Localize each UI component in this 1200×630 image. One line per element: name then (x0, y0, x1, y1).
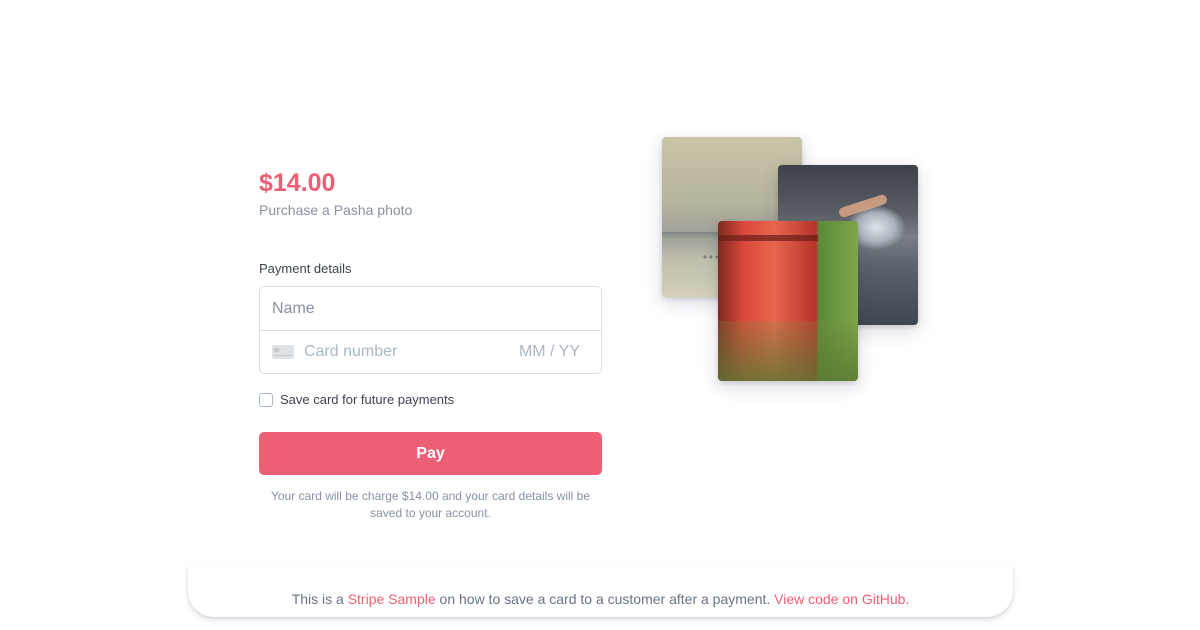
card-number-placeholder: Card number (304, 343, 398, 360)
stripe-sample-link[interactable]: Stripe Sample (348, 591, 436, 607)
product-description: Purchase a Pasha photo (259, 202, 413, 218)
name-field[interactable]: Name (260, 287, 601, 330)
price: $14.00 (259, 169, 336, 197)
github-link[interactable]: View code on GitHub. (774, 591, 909, 607)
barrel-rim (718, 235, 818, 241)
page: $14.00 Purchase a Pasha photo Payment de… (0, 0, 1200, 630)
pay-button[interactable]: Pay (259, 432, 602, 475)
save-card-checkbox[interactable] (259, 392, 273, 407)
card-field[interactable]: Card number MM / YY (260, 330, 601, 373)
barrel-photo (718, 221, 858, 381)
banner-prefix: This is a (291, 591, 344, 607)
banner-middle: on how to save a card to a customer afte… (439, 591, 771, 607)
barrel-grass (718, 321, 858, 381)
card-expiry-placeholder: MM / YY (518, 343, 580, 360)
sample-banner: This is a Stripe Sample on how to save a… (188, 566, 1013, 617)
payment-fields: Name Card number MM / YY (259, 286, 602, 374)
payment-details-label: Payment details (259, 261, 352, 276)
checkout-form: $14.00 Purchase a Pasha photo Payment de… (259, 168, 602, 522)
save-card-label: Save card for future payments (280, 392, 455, 407)
save-card-option[interactable]: Save card for future payments (259, 392, 602, 407)
card-icon (272, 345, 294, 359)
name-placeholder: Name (272, 299, 315, 317)
payment-note: Your card will be charge $14.00 and your… (270, 489, 591, 520)
